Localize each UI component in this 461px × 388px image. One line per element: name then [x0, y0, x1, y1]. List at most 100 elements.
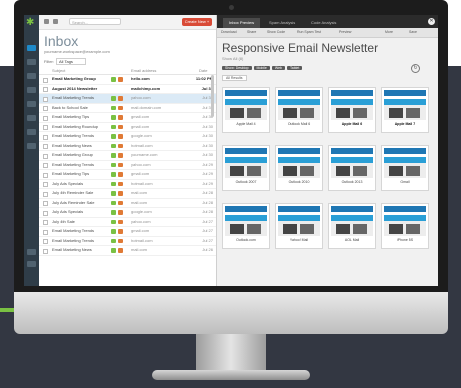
table-row[interactable]: Email Marketing Trends yahoo.com Jul 29	[39, 161, 216, 170]
preview-thumbnail[interactable]: Outlook 2013	[328, 145, 376, 191]
preview-thumbnail[interactable]: Apple Mail 4	[222, 87, 270, 133]
tag-badge	[111, 115, 116, 120]
create-new-button[interactable]: Create New +	[182, 18, 212, 26]
preview-thumbnail[interactable]: Apple Mail 7	[381, 87, 429, 133]
row-checkbox[interactable]	[43, 191, 48, 197]
tab-inbox-preview[interactable]: Inbox Preview	[223, 18, 261, 28]
list-view-icon[interactable]	[44, 19, 49, 24]
table-row[interactable]: Back to School Sale mail.domain.com Jul 31	[39, 104, 216, 113]
table-row[interactable]: Email Marketing Group yourname.com Jul 30	[39, 151, 216, 161]
grid-view-icon[interactable]	[53, 19, 58, 24]
row-checkbox[interactable]	[43, 210, 48, 216]
row-checkbox[interactable]	[43, 125, 48, 130]
nav-item-icon[interactable]	[27, 143, 36, 149]
row-checkbox[interactable]	[43, 182, 48, 187]
help-icon[interactable]	[27, 249, 36, 255]
preview-thumbnail[interactable]: Yahoo! Mail	[275, 203, 323, 249]
select-all-checkbox[interactable]: All Results	[222, 75, 247, 81]
row-subject: Email Marketing Group	[52, 152, 93, 157]
filter-desktop[interactable]: Show: Desktop	[222, 66, 252, 70]
show-code-button[interactable]: Show Code	[267, 28, 285, 37]
filter-mobile[interactable]: Mobile	[253, 66, 270, 70]
email-screenshot	[225, 90, 267, 120]
spam-test-button[interactable]: Run Spam Test	[297, 28, 321, 37]
row-checkbox[interactable]	[43, 239, 48, 244]
row-email: mail.com	[131, 199, 148, 205]
nav-item-icon[interactable]	[27, 101, 36, 107]
row-checkbox[interactable]	[43, 172, 48, 178]
row-subject: July 4th Reminder Sale	[52, 190, 94, 195]
nav-item-icon[interactable]	[27, 59, 36, 65]
share-button[interactable]: Share	[247, 28, 256, 37]
table-row[interactable]: August 2014 Newsletter mailchimp.com Jul 3…	[39, 85, 216, 94]
column-header-subject[interactable]: Subject	[52, 68, 65, 73]
table-row[interactable]: Email Marketing Trends google.com Jul 30	[39, 132, 216, 142]
preview-button[interactable]: Preview	[339, 28, 351, 37]
email-screenshot	[278, 90, 320, 120]
table-row[interactable]: July Ads Reminder Sale mail.com Jul 28	[39, 199, 216, 208]
preview-thumbnail[interactable]: Outlook 2010	[275, 145, 323, 191]
tag-badge	[111, 96, 116, 101]
preview-thumbnail[interactable]: Gmail	[381, 145, 429, 191]
preview-thumbnail[interactable]: AOL Mail	[328, 203, 376, 249]
row-checkbox[interactable]	[43, 77, 48, 83]
thumbnail-label: Outlook 2013	[341, 180, 363, 184]
table-row[interactable]: Email Marketing Roundup gmail.com Jul 30	[39, 123, 216, 132]
column-header-date[interactable]: Date	[199, 68, 207, 73]
table-row[interactable]: Email Marketing News mail.com Jul 26	[39, 246, 216, 256]
preview-thumbnail[interactable]: Outlook.com	[222, 203, 270, 249]
tag-badge	[111, 229, 116, 234]
email-screenshot	[384, 206, 426, 236]
row-checkbox[interactable]	[43, 201, 48, 206]
search-input[interactable]: Search...	[69, 18, 121, 25]
nav-item-icon[interactable]	[27, 87, 36, 93]
tab-spam-analysis[interactable]: Spam Analysis	[263, 18, 301, 28]
refresh-icon[interactable]: ↻	[411, 64, 420, 73]
filter-tablet[interactable]: Tablet	[287, 66, 303, 70]
filter-web[interactable]: Web	[271, 66, 285, 70]
download-button[interactable]: Download	[221, 28, 237, 37]
table-row[interactable]: July Ads Specials hotmail.com Jul 29	[39, 180, 216, 189]
row-checkbox[interactable]	[43, 220, 48, 225]
filter-select[interactable]: All Tags	[56, 58, 86, 65]
row-subject: Email Marketing Trends	[52, 237, 95, 243]
table-row[interactable]: Email Marketing Trends yahoo.com Jul 31	[39, 94, 216, 104]
table-row[interactable]: Email Marketing Tips gmail.com Jul 30	[39, 113, 216, 123]
preview-thumbnail[interactable]: Outlook 2007	[222, 145, 270, 191]
close-icon[interactable]: ✕	[428, 18, 435, 25]
table-row[interactable]: July 4th Reminder Sale mail.com Jul 28	[39, 189, 216, 199]
row-checkbox[interactable]	[43, 248, 48, 254]
more-button[interactable]: More	[385, 28, 393, 37]
table-row[interactable]: Email Marketing Tips gmail.com Jul 29	[39, 170, 216, 180]
save-button[interactable]: Save	[409, 28, 417, 37]
table-row[interactable]: Email Marketing Group hello.com 11:02 PM	[39, 75, 216, 85]
table-row[interactable]: July Ads Specials google.com Jul 28	[39, 208, 216, 218]
column-header-email[interactable]: Email address	[131, 68, 156, 73]
row-checkbox[interactable]	[43, 163, 48, 168]
email-screenshot	[331, 90, 373, 120]
nav-item-icon[interactable]	[27, 73, 36, 79]
row-date: Jul 27	[202, 228, 213, 233]
row-checkbox[interactable]	[43, 144, 48, 149]
row-checkbox[interactable]	[43, 134, 48, 140]
row-checkbox[interactable]	[43, 106, 48, 111]
row-checkbox[interactable]	[43, 87, 48, 92]
table-row[interactable]: July 4th Sale yahoo.com Jul 27	[39, 218, 216, 227]
preview-thumbnail[interactable]: iPhone 5S	[381, 203, 429, 249]
row-checkbox[interactable]	[43, 229, 48, 235]
nav-inbox-icon[interactable]	[27, 45, 36, 51]
preview-thumbnail[interactable]: Outlook Mail 6	[275, 87, 323, 133]
nav-item-icon[interactable]	[27, 129, 36, 135]
nav-item-icon[interactable]	[27, 115, 36, 121]
settings-icon[interactable]	[27, 261, 36, 267]
preview-thumbnail[interactable]: Apple Mail 6	[328, 87, 376, 133]
table-row[interactable]: Email Marketing Trends gmail.com Jul 27	[39, 227, 216, 237]
table-row[interactable]: Email Marketing News hotmail.com Jul 30	[39, 142, 216, 151]
tab-code-analysis[interactable]: Code Analysis	[305, 18, 342, 28]
table-row[interactable]: Email Marketing Trends hotmail.com Jul 27	[39, 237, 216, 246]
row-checkbox[interactable]	[43, 115, 48, 121]
tag-badge	[111, 124, 116, 129]
scrollbar[interactable]	[211, 75, 214, 117]
row-checkbox[interactable]	[43, 96, 48, 102]
row-checkbox[interactable]	[43, 153, 48, 159]
